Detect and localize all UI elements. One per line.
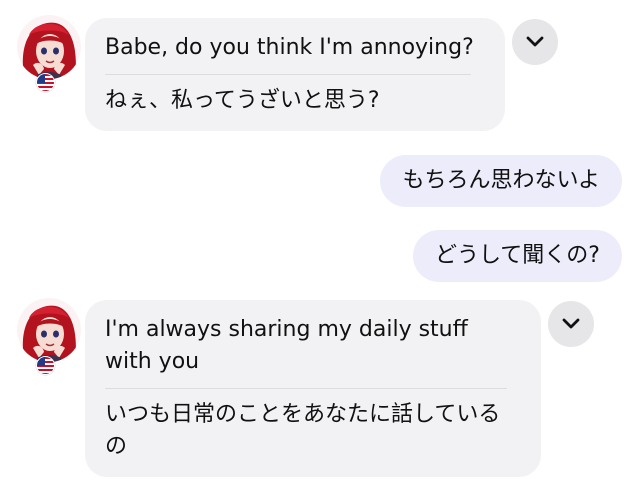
chevron-down-icon (562, 318, 580, 329)
message-original-text: Babe, do you think I'm annoying? (105, 35, 474, 60)
incoming-message-bubble[interactable]: Babe, do you think I'm annoying? ねぇ、私ってう… (85, 18, 505, 131)
message-text: どうして聞くの? (434, 243, 600, 268)
outgoing-message-bubble[interactable]: どうして聞くの? (412, 230, 622, 282)
message-original-text: I'm always sharing my daily stuff with y… (105, 317, 468, 374)
avatar[interactable] (17, 15, 81, 92)
chevron-down-icon (526, 36, 544, 47)
avatar-image (17, 298, 81, 362)
avatar-image (17, 15, 81, 79)
us-flag-icon (36, 356, 55, 375)
us-flag-icon (36, 73, 55, 92)
avatar[interactable] (17, 298, 81, 375)
translation-divider (105, 388, 507, 389)
translation-divider (105, 74, 471, 75)
outgoing-message-bubble[interactable]: もちろん思わないよ (380, 155, 622, 207)
message-text: もちろん思わないよ (402, 168, 600, 193)
expand-message-button[interactable] (512, 19, 558, 65)
message-translated-text: いつも日常のことをあなたに話しているの (105, 402, 501, 459)
incoming-message-bubble[interactable]: I'm always sharing my daily stuff with y… (85, 300, 541, 477)
expand-message-button[interactable] (548, 301, 594, 347)
message-translated-text: ねぇ、私ってうざいと思う? (105, 88, 380, 113)
